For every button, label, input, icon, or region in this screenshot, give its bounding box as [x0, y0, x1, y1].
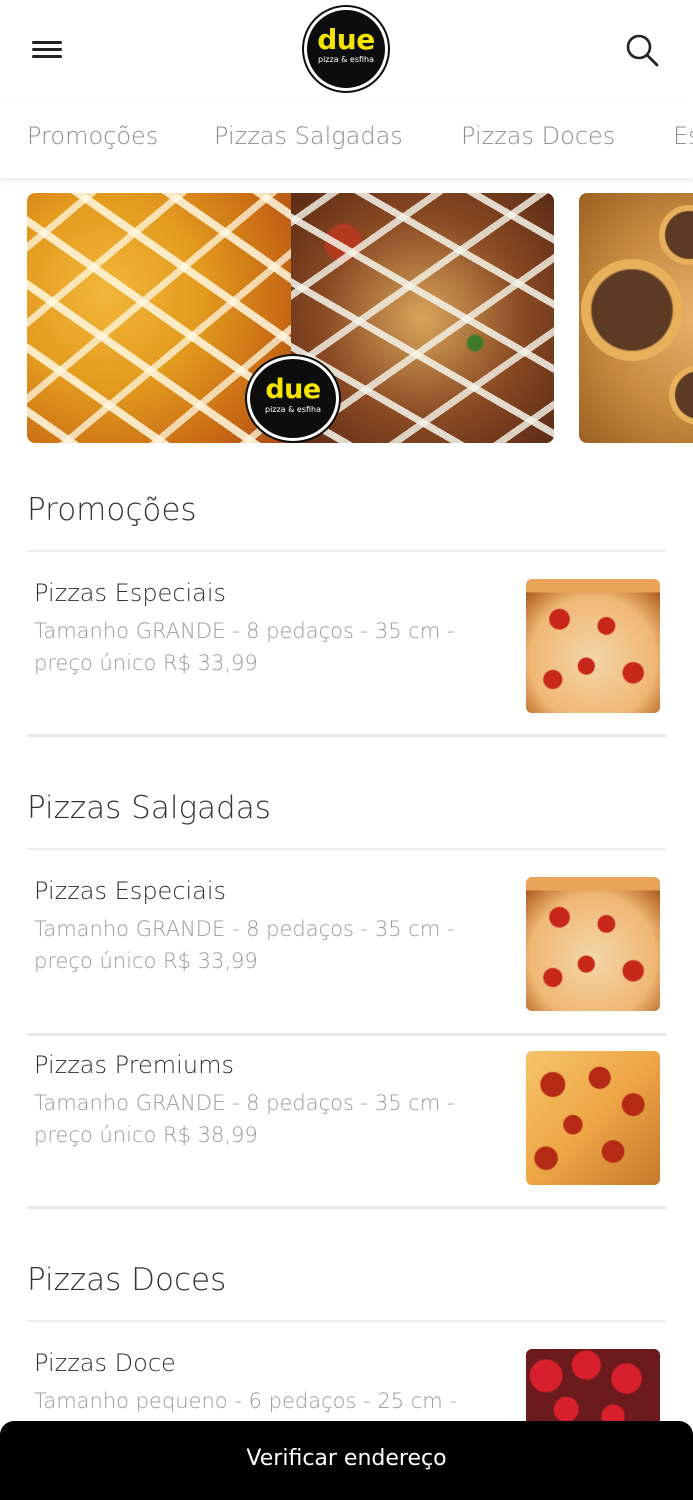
section-title-pizzas-doces: Pizzas Doces	[27, 1262, 227, 1298]
promo-banner-esfiha[interactable]	[579, 193, 693, 443]
promo-banner[interactable]: due pizza & esfiha	[27, 193, 554, 443]
divider	[27, 848, 666, 850]
tab-promocoes[interactable]: Promoções	[27, 122, 158, 150]
item-pizza-image	[526, 877, 660, 1011]
item-description: Tamanho GRANDE - 8 pedaços - 35 cm - pre…	[34, 1091, 455, 1147]
item-name: Pizzas Doce	[34, 1349, 176, 1377]
hamburger-menu-icon[interactable]	[30, 36, 64, 62]
section-title-pizzas-salgadas: Pizzas Salgadas	[27, 790, 271, 826]
divider	[27, 1206, 666, 1209]
item-pizza-image	[526, 1051, 660, 1185]
app-header: due pizza & esfiha	[0, 0, 693, 100]
menu-item-pizzas-especiais-promo[interactable]: Pizzas Especiais Tamanho GRANDE - 8 peda…	[27, 579, 666, 719]
tab-pizzas-doces[interactable]: Pizzas Doces	[461, 122, 615, 150]
item-description: Tamanho pequeno - 6 pedaços - 25 cm -	[34, 1389, 457, 1413]
verify-address-button[interactable]: Verificar endereço	[0, 1421, 693, 1500]
esfiha-image	[581, 259, 683, 361]
category-tabs: Promoções Pizzas Salgadas Pizzas Doces E…	[0, 100, 693, 178]
menu-item-pizzas-doce[interactable]: Pizzas Doce Tamanho pequeno - 6 pedaços …	[27, 1349, 666, 1421]
tab-esfihas[interactable]: Es	[673, 122, 693, 150]
menu-item-pizzas-premiums[interactable]: Pizzas Premiums Tamanho GRANDE - 8 pedaç…	[27, 1051, 666, 1191]
item-pizza-image	[526, 1349, 660, 1421]
search-icon[interactable]	[624, 32, 660, 68]
item-pizza-image	[526, 579, 660, 713]
item-name: Pizzas Especiais	[34, 579, 227, 607]
banner-logo-sub-text: pizza & esfiha	[264, 405, 322, 414]
tab-pizzas-salgadas[interactable]: Pizzas Salgadas	[214, 122, 403, 150]
logo-main-text: due	[317, 23, 375, 56]
menu-item-pizzas-especiais[interactable]: Pizzas Especiais Tamanho GRANDE - 8 peda…	[27, 877, 666, 1017]
banner-logo: due pizza & esfiha	[247, 356, 339, 441]
item-name: Pizzas Especiais	[34, 877, 227, 905]
item-name: Pizzas Premiums	[34, 1051, 234, 1079]
divider	[27, 1320, 666, 1322]
verify-address-label: Verificar endereço	[246, 1446, 447, 1471]
brand-logo[interactable]: due pizza & esfiha	[304, 7, 388, 91]
section-title-promocoes: Promoções	[27, 492, 197, 528]
divider	[27, 734, 666, 737]
item-description: Tamanho GRANDE - 8 pedaços - 35 cm - pre…	[34, 917, 455, 973]
item-description: Tamanho GRANDE - 8 pedaços - 35 cm - pre…	[34, 619, 455, 675]
banner-logo-main-text: due	[265, 374, 321, 405]
divider	[27, 1033, 666, 1036]
divider	[27, 550, 666, 552]
logo-sub-text: pizza & esfiha	[317, 55, 375, 64]
